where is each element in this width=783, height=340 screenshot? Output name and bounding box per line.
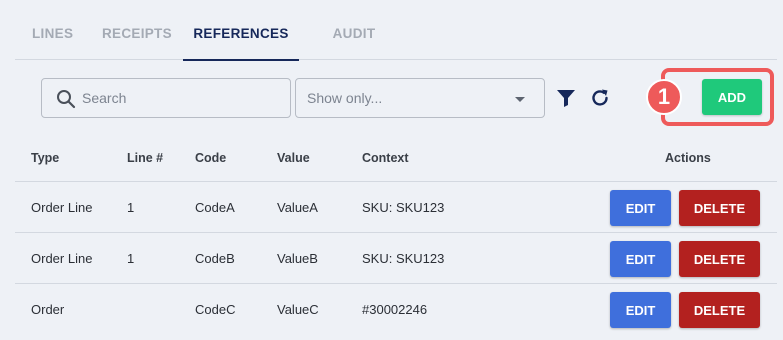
cell-context: SKU: SKU123 xyxy=(362,200,445,215)
header-context: Context xyxy=(362,151,409,165)
cell-context: SKU: SKU123 xyxy=(362,251,445,266)
tab-audit-logs[interactable]: AUDIT LOGS xyxy=(314,0,394,109)
cell-context: #30002246 xyxy=(362,302,428,317)
tab-lines[interactable]: LINES xyxy=(32,0,73,60)
cell-value: ValueA xyxy=(277,200,318,215)
chevron-down-icon xyxy=(515,97,525,102)
cell-code: CodeB xyxy=(195,251,235,266)
references-table: Type Line # Code Value Context Actions O… xyxy=(15,132,777,335)
search-icon xyxy=(57,90,76,109)
edit-button[interactable]: EDIT xyxy=(610,292,671,328)
step-number-badge: 1 xyxy=(646,79,682,115)
show-only-select[interactable]: Show only... xyxy=(295,78,545,118)
table-header: Type Line # Code Value Context Actions xyxy=(15,132,777,182)
table-row: Order Line 1 CodeA ValueA SKU: SKU123 ED… xyxy=(15,182,777,233)
refresh-button[interactable] xyxy=(589,87,611,109)
tab-bar: LINES RECEIPTS REFERENCES AUDIT LOGS xyxy=(15,0,777,109)
filter-icon xyxy=(557,90,575,107)
cell-value: ValueB xyxy=(277,251,318,266)
cell-type: Order Line xyxy=(31,200,93,215)
header-actions: Actions xyxy=(665,151,711,165)
delete-button[interactable]: DELETE xyxy=(679,292,760,328)
header-type: Type xyxy=(31,151,60,165)
header-line: Line # xyxy=(127,151,164,165)
add-button[interactable]: ADD xyxy=(702,79,762,115)
filter-button[interactable] xyxy=(555,87,577,109)
header-code: Code xyxy=(195,151,227,165)
delete-button[interactable]: DELETE xyxy=(679,241,760,277)
search-box xyxy=(41,78,291,118)
delete-button[interactable]: DELETE xyxy=(679,190,760,226)
refresh-icon xyxy=(592,89,608,106)
table-row: Order CodeC ValueC #30002246 EDIT DELETE xyxy=(15,284,777,335)
cell-line: 1 xyxy=(127,251,135,266)
header-value: Value xyxy=(277,151,310,165)
cell-code: CodeA xyxy=(195,200,235,215)
search-input[interactable] xyxy=(82,87,282,109)
edit-button[interactable]: EDIT xyxy=(610,241,671,277)
cell-type: Order Line xyxy=(31,251,93,266)
cell-value: ValueC xyxy=(277,302,319,317)
tab-references[interactable]: REFERENCES xyxy=(183,0,299,61)
show-only-placeholder: Show only... xyxy=(307,90,383,106)
cell-code: CodeC xyxy=(195,302,236,317)
cell-line: 1 xyxy=(127,200,135,215)
table-row: Order Line 1 CodeB ValueB SKU: SKU123 ED… xyxy=(15,233,777,284)
tab-receipts[interactable]: RECEIPTS xyxy=(102,0,172,60)
cell-type: Order xyxy=(31,302,65,317)
edit-button[interactable]: EDIT xyxy=(610,190,671,226)
